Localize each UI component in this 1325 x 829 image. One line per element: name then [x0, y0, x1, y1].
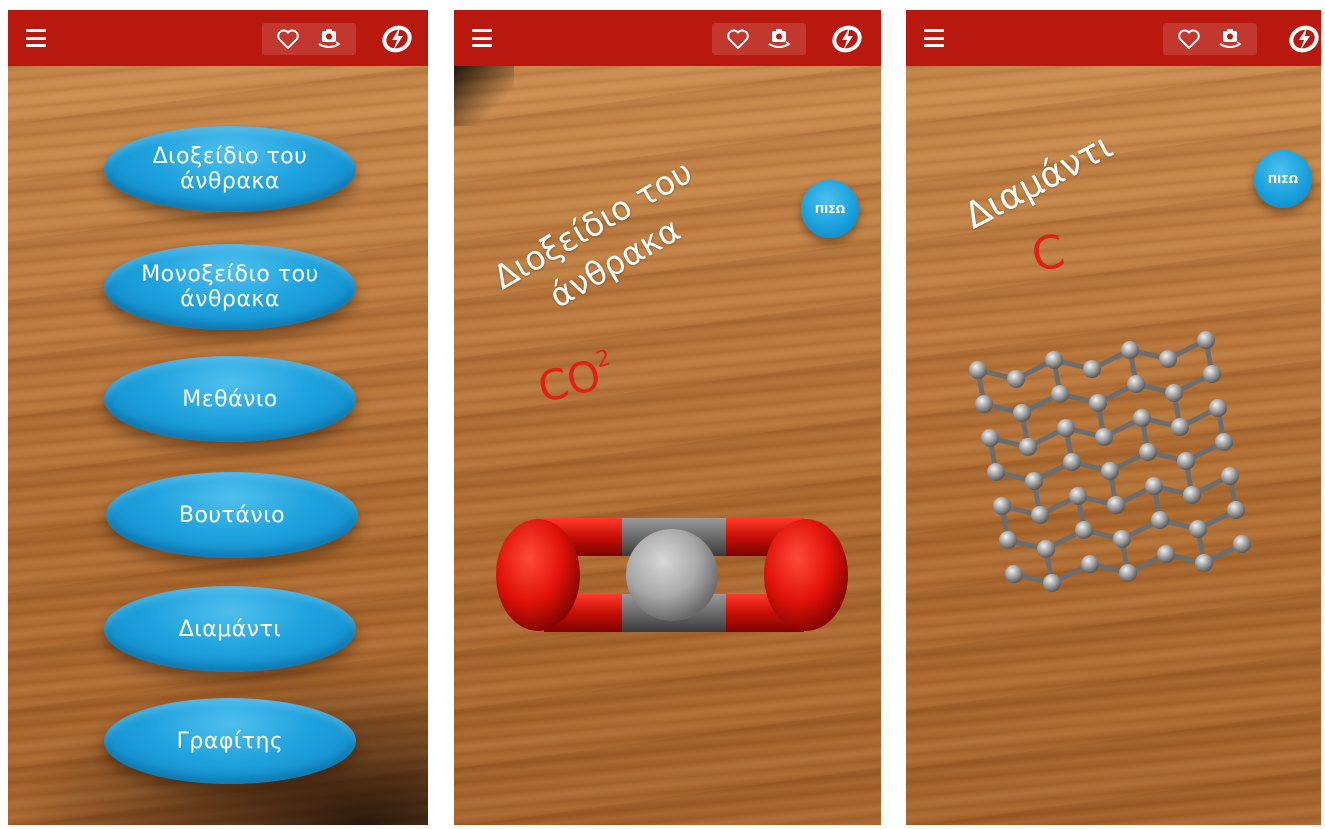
back-button[interactable]: ΠΙΣΩ: [801, 180, 859, 238]
lattice-atom: [1037, 540, 1055, 558]
phone-screen-diamond: ΠΙΣΩ Διαμάντι C: [906, 10, 1321, 825]
lattice-atom: [1089, 394, 1107, 412]
camera-switch-icon[interactable]: [316, 27, 342, 51]
co2-molecule-model: [496, 518, 848, 632]
camera-switch-icon[interactable]: [766, 27, 792, 51]
menu-item-graphite[interactable]: Γραφίτης: [104, 698, 356, 784]
lattice-atom: [1075, 521, 1093, 539]
lattice-atom: [1209, 399, 1227, 417]
lattice-atom: [1197, 331, 1215, 349]
action-icon-group: [712, 23, 806, 55]
top-bar: [8, 10, 428, 66]
lattice-atom: [1069, 487, 1087, 505]
menu-item-label: Μονοξείδιο του άνθρακα: [141, 262, 319, 312]
hamburger-menu-icon[interactable]: [472, 29, 492, 47]
menu-item-carbon-dioxide[interactable]: Διοξείδιο του άνθρακα: [104, 126, 356, 212]
lattice-atom: [975, 395, 993, 413]
lattice-atom: [1233, 535, 1251, 553]
lattice-atom: [1019, 438, 1037, 456]
lattice-atom: [1165, 384, 1183, 402]
lattice-atom: [993, 497, 1011, 515]
lattice-atom: [1139, 443, 1157, 461]
menu-item-label: Γραφίτης: [176, 728, 284, 754]
lattice-atom: [1043, 574, 1061, 592]
lattice-atom: [1113, 530, 1131, 548]
hamburger-menu-icon[interactable]: [26, 29, 46, 47]
phone-screen-menu: Διοξείδιο του άνθρακα Μονοξείδιο του άνθ…: [8, 10, 428, 825]
brand-logo-icon: [1289, 25, 1319, 53]
lattice-atom: [1013, 404, 1031, 422]
lattice-atom: [1157, 545, 1175, 563]
brand-logo-icon: [382, 25, 412, 53]
brand-logo-icon: [832, 25, 862, 53]
lattice-atom: [1031, 506, 1049, 524]
hamburger-menu-icon[interactable]: [924, 29, 944, 47]
lattice-atom: [1151, 511, 1169, 529]
diamond-lattice-model: [969, 331, 1251, 592]
lattice-atom: [1101, 462, 1119, 480]
lattice-atom: [999, 531, 1017, 549]
menu-item-diamond[interactable]: Διαμάντι: [104, 586, 356, 672]
lattice-atom: [981, 429, 999, 447]
lattice-atom: [1057, 419, 1075, 437]
lattice-atom: [1007, 370, 1025, 388]
lattice-atom: [1025, 472, 1043, 490]
lattice-atom: [1215, 433, 1233, 451]
menu-item-label: Βουτάνιο: [178, 502, 286, 528]
lattice-atom: [1107, 496, 1125, 514]
heart-icon[interactable]: [726, 28, 750, 50]
camera-switch-icon[interactable]: [1217, 27, 1243, 51]
lattice-atom: [1159, 350, 1177, 368]
lattice-atom: [1227, 501, 1245, 519]
lattice-atom: [1177, 452, 1195, 470]
menu-item-methane[interactable]: Μεθάνιο: [104, 356, 356, 442]
lattice-atom: [1119, 564, 1137, 582]
lattice-atom: [1189, 520, 1207, 538]
lattice-atom: [1203, 365, 1221, 383]
top-bar: [454, 10, 881, 66]
lattice-atom: [1145, 477, 1163, 495]
lattice-atom: [1221, 467, 1239, 485]
lattice-atom: [1051, 385, 1069, 403]
lattice-atom: [1127, 375, 1145, 393]
lattice-atom: [1121, 341, 1139, 359]
lattice-atom: [1195, 554, 1213, 572]
heart-icon[interactable]: [276, 28, 300, 50]
back-button[interactable]: ΠΙΣΩ: [1254, 150, 1312, 208]
menu-item-label: Μεθάνιο: [182, 386, 278, 412]
top-bar: [906, 10, 1321, 66]
menu-item-label: Διαμάντι: [178, 616, 282, 642]
phone-screen-co2: ΠΙΣΩ Διοξείδιο του άνθρακα CO2: [454, 10, 881, 825]
lattice-atom: [1005, 565, 1023, 583]
lattice-atom: [1133, 409, 1151, 427]
lattice-atom: [987, 463, 1005, 481]
menu-item-label: Διοξείδιο του άνθρακα: [152, 144, 308, 194]
lattice-atom: [1183, 486, 1201, 504]
lattice-atom: [1045, 351, 1063, 369]
lattice-atom: [1171, 418, 1189, 436]
lattice-atom: [969, 361, 987, 379]
action-icon-group: [1163, 23, 1257, 55]
menu-item-carbon-monoxide[interactable]: Μονοξείδιο του άνθρακα: [104, 244, 356, 330]
lattice-atom: [1063, 453, 1081, 471]
action-icon-group: [262, 23, 356, 55]
lattice-atom: [1083, 360, 1101, 378]
lattice-atom: [1095, 428, 1113, 446]
lattice-atom: [1081, 555, 1099, 573]
heart-icon[interactable]: [1177, 28, 1201, 50]
menu-item-butane[interactable]: Βουτάνιο: [106, 472, 358, 558]
